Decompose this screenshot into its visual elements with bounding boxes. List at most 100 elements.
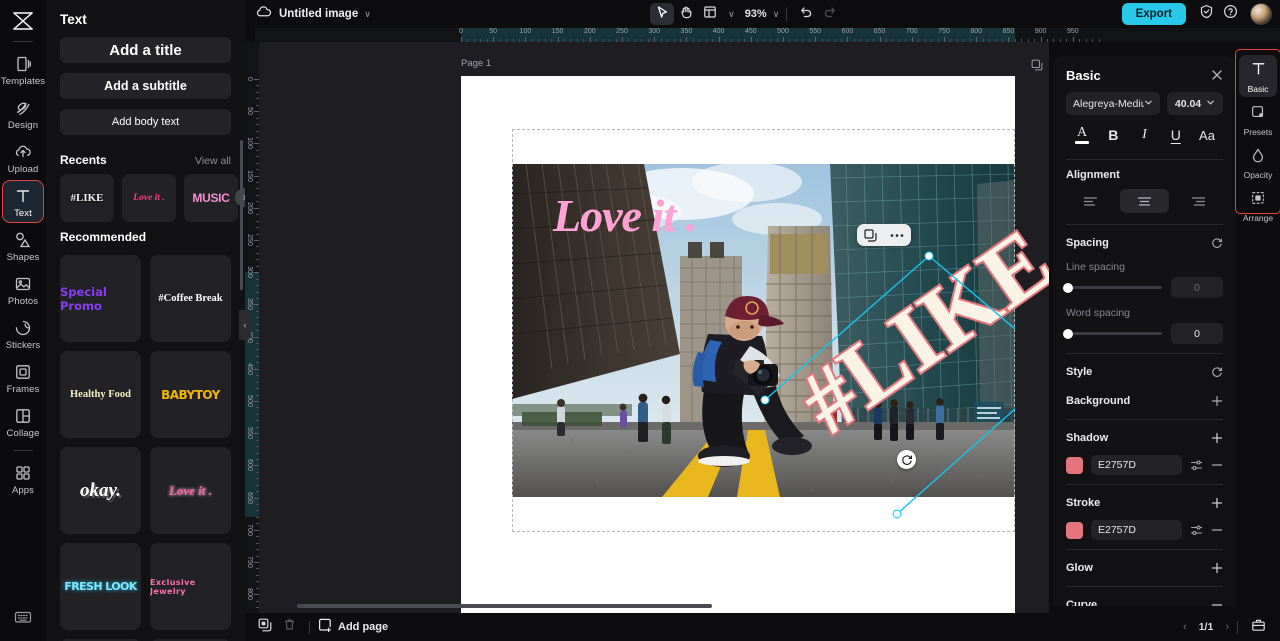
recommended-card[interactable]: Love it . [150, 447, 231, 534]
recommended-card[interactable]: Healthy Food [60, 351, 141, 438]
delete-page-button[interactable] [277, 616, 301, 638]
close-icon[interactable] [1211, 69, 1223, 83]
minus-icon[interactable] [1211, 599, 1223, 606]
layout-tool-button[interactable] [698, 3, 722, 25]
element-context-toolbar[interactable] [857, 224, 911, 246]
sidebar-item-stickers[interactable]: Stickers [3, 313, 43, 354]
bold-button[interactable]: B [1100, 124, 1126, 146]
word-spacing-slider[interactable] [1062, 328, 1162, 339]
sliders-icon[interactable] [1190, 459, 1203, 472]
shield-button[interactable] [1194, 3, 1218, 25]
add-page-button[interactable]: Add page [318, 618, 388, 637]
sidebar-item-text[interactable]: Text [2, 180, 44, 223]
plus-icon[interactable] [1211, 395, 1223, 407]
stroke-color-swatch[interactable] [1066, 521, 1083, 539]
sidebar-item-collage[interactable]: Collage [3, 401, 43, 442]
recommended-card[interactable]: BABYTOY [150, 351, 231, 438]
recommended-card[interactable]: FRESH LOOK [60, 543, 141, 630]
recent-text-card[interactable]: Love it . [122, 174, 176, 222]
sidebar-item-frames[interactable]: Frames [3, 357, 43, 398]
plus-icon[interactable] [1211, 497, 1223, 509]
underline-button[interactable]: U [1163, 124, 1189, 146]
plus-icon[interactable] [1211, 562, 1223, 574]
align-left-button[interactable] [1066, 189, 1115, 213]
selection-handle-top[interactable] [924, 251, 934, 261]
help-button[interactable] [1218, 3, 1242, 25]
hand-tool-button[interactable] [674, 3, 698, 25]
zoom-level[interactable]: 93% [745, 8, 767, 20]
timeline-button[interactable] [1246, 616, 1270, 638]
sidebar-item-apps[interactable]: Apps [3, 458, 43, 499]
tab-opacity[interactable]: Opacity [1239, 142, 1277, 183]
add-title-button[interactable]: Add a title [60, 37, 231, 63]
italic-button[interactable]: I [1132, 124, 1158, 146]
undo-button[interactable] [794, 3, 818, 25]
canvas-workspace[interactable]: Page 1 Love it . #LIKE [259, 42, 1049, 613]
cloud-sync-icon[interactable] [255, 4, 272, 24]
horizontal-ruler[interactable]: 0 50 100 150 200 250 300 350 400 450 500 550 600 650 7… [255, 28, 1280, 42]
sidebar-item-shapes[interactable]: Shapes [3, 225, 43, 266]
recommended-card[interactable]: #Coffee Break [150, 255, 231, 342]
recent-text-card[interactable]: MUSIC [184, 174, 238, 222]
selection-handle-bottom[interactable] [892, 509, 902, 519]
tab-arrange[interactable]: Arrange [1239, 185, 1277, 226]
duplicate-page-icon[interactable] [1031, 58, 1043, 76]
sidebar-item-templates[interactable]: Templates [1, 49, 45, 90]
sliders-icon[interactable] [1190, 524, 1203, 537]
selection-bounding-box [764, 255, 1015, 515]
line-spacing-value[interactable]: 0 [1171, 277, 1223, 298]
select-tool-button[interactable] [650, 3, 675, 25]
sidebar-item-upload[interactable]: Upload [3, 137, 43, 178]
duplicate-page-button[interactable] [253, 616, 277, 638]
recent-text-card[interactable]: #LIKE [60, 174, 114, 222]
align-right-button[interactable] [1174, 189, 1223, 213]
redo-button[interactable] [818, 3, 842, 25]
tab-presets[interactable]: Presets [1239, 99, 1277, 140]
chevron-down-icon[interactable]: ∨ [364, 9, 371, 20]
stroke-color-hex[interactable]: E2757D [1091, 520, 1182, 540]
background-row[interactable]: Background [1053, 392, 1236, 410]
minus-icon[interactable] [1211, 524, 1223, 536]
keyboard-shortcuts-button[interactable] [0, 610, 46, 629]
shadow-color-hex[interactable]: E2757D [1091, 455, 1182, 475]
font-size-select[interactable]: 40.04 [1167, 92, 1223, 115]
recents-view-all-link[interactable]: View all [195, 155, 231, 167]
reset-icon[interactable] [1211, 366, 1223, 378]
zoom-chevron-down-icon[interactable]: ∨ [773, 9, 780, 20]
panel-scrollbar[interactable] [240, 140, 243, 290]
duplicate-icon[interactable] [864, 228, 877, 242]
recommended-card[interactable]: Exclusive Jewelry [150, 543, 231, 630]
more-options-icon[interactable] [890, 233, 904, 238]
case-button[interactable]: Aa [1194, 124, 1220, 146]
export-button[interactable]: Export [1121, 3, 1186, 25]
align-center-button[interactable] [1120, 189, 1169, 213]
plus-icon[interactable] [1211, 432, 1223, 444]
selection-handle-left[interactable] [760, 395, 770, 405]
line-spacing-slider[interactable] [1062, 282, 1162, 293]
rotate-handle-icon[interactable] [897, 450, 916, 469]
canvas-hscrollbar-thumb[interactable] [297, 604, 712, 608]
panel-collapse-button[interactable]: ‹ [239, 310, 251, 340]
recommended-card[interactable]: Special Promo [60, 255, 141, 342]
line-spacing-knob[interactable] [1062, 282, 1073, 293]
recommended-card[interactable]: okay. [60, 447, 141, 534]
text-color-button[interactable]: A [1069, 124, 1095, 146]
page-canvas[interactable]: Love it . #LIKE [461, 76, 1049, 613]
shadow-color-swatch[interactable] [1066, 456, 1083, 474]
add-subtitle-button[interactable]: Add a subtitle [60, 73, 231, 99]
minus-icon[interactable] [1211, 459, 1223, 471]
layout-chevron-down-icon[interactable]: ∨ [728, 9, 735, 20]
sidebar-item-photos[interactable]: Photos [3, 269, 43, 310]
prev-page-button[interactable]: ‹ [1183, 621, 1187, 633]
document-title[interactable]: Untitled image [279, 8, 358, 20]
add-body-text-button[interactable]: Add body text [60, 109, 231, 135]
word-spacing-value[interactable]: 0 [1171, 323, 1223, 344]
reset-icon[interactable] [1211, 237, 1223, 249]
avatar[interactable] [1250, 3, 1272, 25]
next-page-button[interactable]: › [1225, 621, 1229, 633]
tab-basic[interactable]: Basic [1239, 55, 1277, 97]
font-family-select[interactable]: Alegreya-Medium [1066, 92, 1160, 115]
word-spacing-knob[interactable] [1062, 328, 1073, 339]
capcut-logo-icon[interactable] [6, 6, 40, 36]
sidebar-item-design[interactable]: Design [3, 93, 43, 134]
